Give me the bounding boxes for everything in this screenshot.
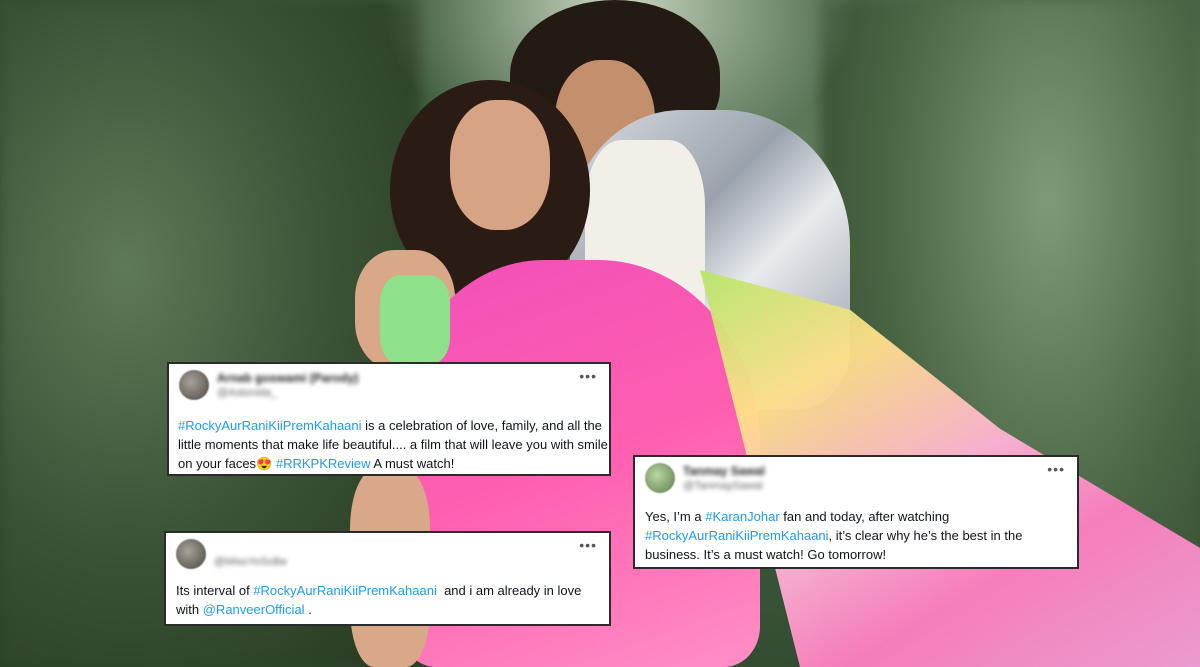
mention-link[interactable]: @RanveerOfficial xyxy=(203,602,305,617)
woman-face xyxy=(450,100,550,230)
tweet-text-segment: Its interval of xyxy=(176,583,254,598)
tweet-header: @MissYoSoBe xyxy=(176,539,287,569)
tweet-header: Arnab goswami (Parody) @Astonida_ xyxy=(179,370,358,400)
hashtag-link[interactable]: #RockyAurRaniKiiPremKahaani xyxy=(178,418,362,433)
avatar[interactable] xyxy=(176,539,206,569)
tweet-header: Tanmay Sawal @TanmaySawal xyxy=(645,463,765,493)
tweet-card-2[interactable]: @MissYoSoBe ••• Its interval of #RockyAu… xyxy=(164,531,611,626)
hashtag-link[interactable]: #RockyAurRaniKiiPremKahaani xyxy=(645,528,829,543)
display-name[interactable] xyxy=(214,540,287,555)
display-name[interactable]: Tanmay Sawal xyxy=(683,464,765,479)
avatar[interactable] xyxy=(645,463,675,493)
hashtag-link[interactable]: #KaranJohar xyxy=(705,509,779,524)
more-icon[interactable]: ••• xyxy=(1047,461,1065,477)
tweet-text: Its interval of #RockyAurRaniKiiPremKaha… xyxy=(176,581,601,619)
user-handle[interactable]: @MissYoSoBe xyxy=(214,555,287,569)
hashtag-link[interactable]: #RockyAurRaniKiiPremKahaani xyxy=(253,583,437,598)
tweet-text-segment: fan and today, after watching xyxy=(779,509,950,524)
user-handle[interactable]: @Astonida_ xyxy=(217,386,358,400)
more-icon[interactable]: ••• xyxy=(579,368,597,384)
display-name[interactable]: Arnab goswami (Parody) xyxy=(217,371,358,386)
more-icon[interactable]: ••• xyxy=(579,537,597,553)
tweet-text-segment: Yes, I’m a xyxy=(645,509,706,524)
tweet-text: #RockyAurRaniKiiPremKahaani is a celebra… xyxy=(178,416,608,473)
avatar[interactable] xyxy=(179,370,209,400)
user-handle[interactable]: @TanmaySawal xyxy=(683,479,765,493)
tweet-text-segment: A must watch! xyxy=(370,456,455,471)
tweet-card-1[interactable]: Arnab goswami (Parody) @Astonida_ ••• #R… xyxy=(167,362,611,476)
emoji: 😍 xyxy=(256,456,273,471)
hashtag-link[interactable]: #RRKPKReview xyxy=(276,456,371,471)
tweet-text: Yes, I’m a #KaranJohar fan and today, af… xyxy=(645,507,1070,564)
tweet-card-3[interactable]: Tanmay Sawal @TanmaySawal ••• Yes, I’m a… xyxy=(633,455,1079,569)
saree-green-blouse xyxy=(380,275,450,365)
tweet-text-segment: . xyxy=(304,602,312,617)
